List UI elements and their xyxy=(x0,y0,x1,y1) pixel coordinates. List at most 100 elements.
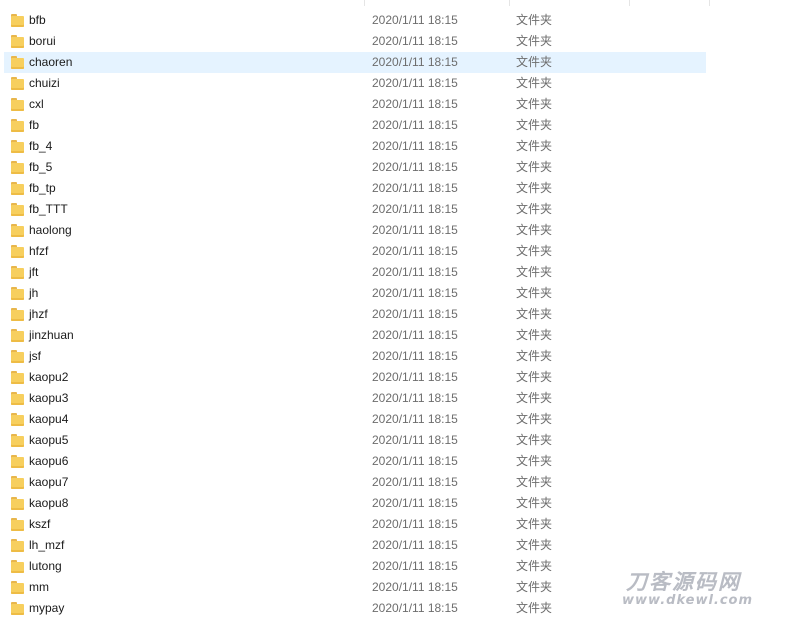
file-type: 文件夹 xyxy=(516,370,553,384)
file-row[interactable]: jsf 2020/1/11 18:15 文件夹 xyxy=(0,346,785,367)
file-type: 文件夹 xyxy=(516,433,553,447)
file-row[interactable]: fb_tp 2020/1/11 18:15 文件夹 xyxy=(0,178,785,199)
file-modified-date: 2020/1/11 18:15 xyxy=(372,265,458,279)
file-name[interactable]: fb_5 xyxy=(29,157,52,178)
file-row[interactable]: kaopu6 2020/1/11 18:15 文件夹 xyxy=(0,451,785,472)
file-row[interactable]: jh 2020/1/11 18:15 文件夹 xyxy=(0,283,785,304)
file-type: 文件夹 xyxy=(516,244,553,258)
file-row[interactable]: mm 2020/1/11 18:15 文件夹 xyxy=(0,577,785,598)
file-row[interactable]: kaopu3 2020/1/11 18:15 文件夹 xyxy=(0,388,785,409)
file-name[interactable]: fb_4 xyxy=(29,136,52,157)
file-name[interactable]: haolong xyxy=(29,220,72,241)
file-row[interactable]: jinzhuan 2020/1/11 18:15 文件夹 xyxy=(0,325,785,346)
file-modified-date: 2020/1/11 18:15 xyxy=(372,349,458,363)
file-modified-date: 2020/1/11 18:15 xyxy=(372,286,458,300)
file-row[interactable]: jft 2020/1/11 18:15 文件夹 xyxy=(0,262,785,283)
file-type: 文件夹 xyxy=(516,601,553,615)
column-divider-type[interactable] xyxy=(509,0,510,6)
file-name[interactable]: kaopu4 xyxy=(29,409,68,430)
file-type: 文件夹 xyxy=(516,307,553,321)
file-row[interactable]: kszf 2020/1/11 18:15 文件夹 xyxy=(0,514,785,535)
file-name[interactable]: kaopu2 xyxy=(29,367,68,388)
file-name[interactable]: cxl xyxy=(29,94,44,115)
folder-icon xyxy=(11,98,24,111)
file-name[interactable]: kaopu5 xyxy=(29,430,68,451)
file-row[interactable]: borui 2020/1/11 18:15 文件夹 xyxy=(0,31,785,52)
file-modified-date: 2020/1/11 18:15 xyxy=(372,475,458,489)
file-name[interactable]: kaopu8 xyxy=(29,493,68,514)
folder-icon xyxy=(11,581,24,594)
column-divider-date[interactable] xyxy=(364,0,365,6)
file-name[interactable]: jinzhuan xyxy=(29,325,74,346)
file-modified-date: 2020/1/11 18:15 xyxy=(372,160,458,174)
file-name[interactable]: jh xyxy=(29,283,38,304)
file-type: 文件夹 xyxy=(516,412,553,426)
file-type: 文件夹 xyxy=(516,349,553,363)
file-row[interactable]: lutong 2020/1/11 18:15 文件夹 xyxy=(0,556,785,577)
folder-icon xyxy=(11,560,24,573)
file-modified-date: 2020/1/11 18:15 xyxy=(372,412,458,426)
file-modified-date: 2020/1/11 18:15 xyxy=(372,34,458,48)
file-modified-date: 2020/1/11 18:15 xyxy=(372,370,458,384)
file-name[interactable]: jsf xyxy=(29,346,41,367)
selection-highlight xyxy=(4,52,706,73)
file-name[interactable]: kaopu3 xyxy=(29,388,68,409)
file-type: 文件夹 xyxy=(516,160,553,174)
file-name[interactable]: jft xyxy=(29,262,38,283)
file-modified-date: 2020/1/11 18:15 xyxy=(372,601,458,615)
file-type: 文件夹 xyxy=(516,475,553,489)
file-name[interactable]: kszf xyxy=(29,514,50,535)
file-name[interactable]: kaopu6 xyxy=(29,451,68,472)
folder-icon xyxy=(11,119,24,132)
file-name[interactable]: jhzf xyxy=(29,304,48,325)
file-name[interactable]: chaoren xyxy=(29,52,72,73)
folder-icon xyxy=(11,77,24,90)
folder-icon xyxy=(11,455,24,468)
file-row[interactable]: kaopu5 2020/1/11 18:15 文件夹 xyxy=(0,430,785,451)
file-type: 文件夹 xyxy=(516,97,553,111)
file-row[interactable]: haolong 2020/1/11 18:15 文件夹 xyxy=(0,220,785,241)
file-row[interactable]: hfzf 2020/1/11 18:15 文件夹 xyxy=(0,241,785,262)
file-name[interactable]: chuizi xyxy=(29,73,60,94)
file-name[interactable]: fb xyxy=(29,115,39,136)
file-row[interactable]: chaoren 2020/1/11 18:15 文件夹 xyxy=(0,52,785,73)
folder-icon xyxy=(11,518,24,531)
file-name[interactable]: lutong xyxy=(29,556,62,577)
file-row[interactable]: kaopu7 2020/1/11 18:15 文件夹 xyxy=(0,472,785,493)
file-name[interactable]: bfb xyxy=(29,10,46,31)
file-type: 文件夹 xyxy=(516,454,553,468)
file-name[interactable]: hfzf xyxy=(29,241,48,262)
file-row[interactable]: kaopu8 2020/1/11 18:15 文件夹 xyxy=(0,493,785,514)
file-row[interactable]: fb_4 2020/1/11 18:15 文件夹 xyxy=(0,136,785,157)
file-row[interactable]: fb 2020/1/11 18:15 文件夹 xyxy=(0,115,785,136)
file-row[interactable]: bfb 2020/1/11 18:15 文件夹 xyxy=(0,10,785,31)
file-row[interactable]: kaopu4 2020/1/11 18:15 文件夹 xyxy=(0,409,785,430)
file-name[interactable]: fb_TTT xyxy=(29,199,68,220)
file-name[interactable]: borui xyxy=(29,31,56,52)
file-name[interactable]: fb_tp xyxy=(29,178,56,199)
file-row[interactable]: kaopu2 2020/1/11 18:15 文件夹 xyxy=(0,367,785,388)
folder-icon xyxy=(11,14,24,27)
file-type: 文件夹 xyxy=(516,580,553,594)
folder-icon xyxy=(11,140,24,153)
file-modified-date: 2020/1/11 18:15 xyxy=(372,454,458,468)
file-name[interactable]: mm xyxy=(29,577,49,598)
file-row[interactable]: fb_TTT 2020/1/11 18:15 文件夹 xyxy=(0,199,785,220)
column-divider-size[interactable] xyxy=(629,0,630,6)
file-row[interactable]: cxl 2020/1/11 18:15 文件夹 xyxy=(0,94,785,115)
file-modified-date: 2020/1/11 18:15 xyxy=(372,496,458,510)
folder-icon xyxy=(11,350,24,363)
file-row[interactable]: lh_mzf 2020/1/11 18:15 文件夹 xyxy=(0,535,785,556)
folder-icon xyxy=(11,329,24,342)
file-row[interactable]: fb_5 2020/1/11 18:15 文件夹 xyxy=(0,157,785,178)
column-divider-end[interactable] xyxy=(709,0,710,6)
file-row[interactable]: chuizi 2020/1/11 18:15 文件夹 xyxy=(0,73,785,94)
file-name[interactable]: mypay xyxy=(29,598,64,617)
file-row[interactable]: jhzf 2020/1/11 18:15 文件夹 xyxy=(0,304,785,325)
file-modified-date: 2020/1/11 18:15 xyxy=(372,13,458,27)
file-row[interactable]: mypay 2020/1/11 18:15 文件夹 xyxy=(0,598,785,617)
folder-icon xyxy=(11,224,24,237)
file-name[interactable]: kaopu7 xyxy=(29,472,68,493)
file-name[interactable]: lh_mzf xyxy=(29,535,64,556)
file-modified-date: 2020/1/11 18:15 xyxy=(372,139,458,153)
